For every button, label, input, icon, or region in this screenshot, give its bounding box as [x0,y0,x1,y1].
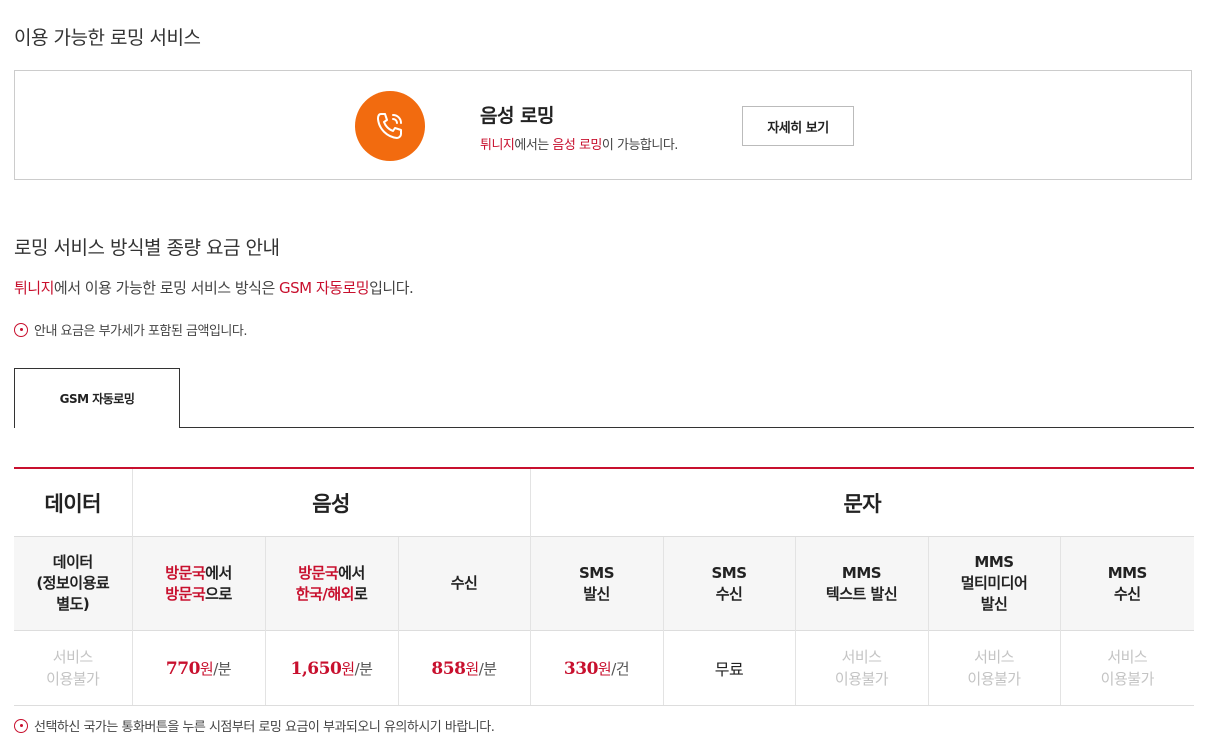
col-label-highlight: 방문국 [165,584,206,603]
col-label: 발신 [980,595,1008,613]
col-label: MMS [841,563,882,582]
col-label: 발신 [583,584,610,603]
info-dot-icon [14,718,28,733]
na-text: 서비스 [974,648,1014,666]
col-mms-multimedia: MMS 멀티미디어발신 [927,536,1061,631]
col-voice-intl: 방문국에서한국/해외로 [264,536,398,631]
na-text: 서비스 [1107,648,1148,666]
col-mms-receive: MMS 수신 [1059,536,1195,631]
unit: /분 [213,659,232,678]
col-label-highlight: 방문국 [165,563,206,582]
col-mms-text: MMS 텍스트 발신 [794,536,929,631]
desc-suffix: 이 가능합니다. [601,138,679,153]
col-receive: 수신 [397,536,531,631]
col-label: 별도) [56,595,90,613]
roaming-method-intro: 튀니지에서 이용 가능한 로밍 서비스 방식은 GSM 자동로밍입니다. [14,277,414,298]
na-text: 서비스 [841,648,882,666]
col-label: SMS [711,563,747,582]
price: 770 [165,658,201,679]
tab-gsm-auto-roaming[interactable]: GSM 자동로밍 [14,368,180,428]
col-voice-local: 방문국에서 방문국으로 [131,536,265,631]
value-data: 서비스이용불가 [14,630,132,706]
na-text: 이용불가 [46,670,100,688]
col-label-highlight: 방문국 [298,563,339,582]
currency: 원 [199,659,214,678]
na-text: 이용불가 [834,670,889,688]
na-text: 서비스 [52,648,93,666]
currency: 원 [597,659,612,678]
value-sms-send: 330원/건 [529,630,664,706]
desc-text: 에서는 [514,138,553,153]
col-sms-send: SMS 발신 [529,536,664,631]
service-highlight: 음성 로밍 [552,138,602,153]
col-label: (정보이용료 [36,574,110,592]
value-mms-text: 서비스이용불가 [794,630,929,706]
currency: 원 [341,659,355,678]
price: 858 [431,658,466,679]
billing-note: 선택하신 국가는 통화버튼을 누른 시점부터 로밍 요금이 부과되오니 유의하시… [14,716,495,735]
group-data: 데이터 [44,491,102,516]
currency: 원 [465,659,479,678]
unit: /분 [478,659,497,678]
service-name: 음성 로밍 [480,105,555,127]
col-label: MMS [1107,563,1148,582]
na-text: 이용불가 [967,670,1021,688]
col-sms-receive: SMS 수신 [662,536,796,631]
value-sms-receive: 무료 [662,630,796,706]
col-label: MMS [974,553,1014,571]
country-name: 튀니지 [480,138,515,153]
voice-roaming-card: 음성 로밍 튀니지에서는 음성 로밍이 가능합니다. 자세히 보기 [14,70,1192,180]
unit: /분 [354,659,373,678]
na-text: 이용불가 [1100,670,1155,688]
service-description: 튀니지에서는 음성 로밍이 가능합니다. [480,134,678,153]
value-mms-multimedia: 서비스이용불가 [927,630,1061,706]
view-details-button[interactable]: 자세히 보기 [742,106,854,146]
group-message: 문자 [529,468,1195,537]
col-label: SMS [578,563,615,582]
rates-section-title: 로밍 서비스 방식별 종량 요금 안내 [14,237,280,259]
col-label: 으로 [205,584,232,603]
group-voice: 음성 [131,468,531,537]
col-label: 에서 [338,563,365,582]
value-voice-intl: 1,650원/분 [264,630,398,706]
roaming-method: GSM 자동로밍 [279,279,370,297]
col-label: 에서 [205,563,232,582]
price: 1,650 [290,658,342,679]
billing-note-text: 선택하신 국가는 통화버튼을 누른 시점부터 로밍 요금이 부과되오니 유의하시… [34,720,495,735]
phone-calling-icon [355,91,425,161]
col-label: 수신 [715,584,743,603]
vat-note-text: 안내 요금은 부가세가 포함된 금액입니다. [34,324,247,339]
available-services-title: 이용 가능한 로밍 서비스 [14,27,201,49]
intro-suffix: 입니다. [369,279,414,297]
value-voice-local: 770원/분 [131,630,265,706]
value-mms-receive: 서비스이용불가 [1059,630,1195,706]
info-dot-icon [14,322,28,337]
country-name: 튀니지 [14,279,54,297]
unit: /건 [611,659,630,678]
roaming-method-tabs: GSM 자동로밍 [14,368,1194,428]
value-receive: 858원/분 [397,630,531,706]
col-label: 로 [353,584,368,603]
col-label-highlight: 한국/해외 [295,584,355,603]
col-label: 텍스트 발신 [825,584,898,603]
rates-table: 데이터 음성 문자 데이터 (정보이용료 별도) 방문국에서 방문국으로 방문국에서 한… [14,467,1195,706]
price: 330 [563,658,599,679]
col-data: 데이터 (정보이용료별도) [14,536,132,631]
col-label: 멀티미디어 [960,574,1028,592]
vat-note: 안내 요금은 부가세가 포함된 금액입니다. [14,320,247,339]
col-label: 수신 [1113,584,1141,603]
intro-text: 에서 이용 가능한 로밍 서비스 방식은 [53,279,280,297]
col-label: 데이터 [52,553,93,571]
